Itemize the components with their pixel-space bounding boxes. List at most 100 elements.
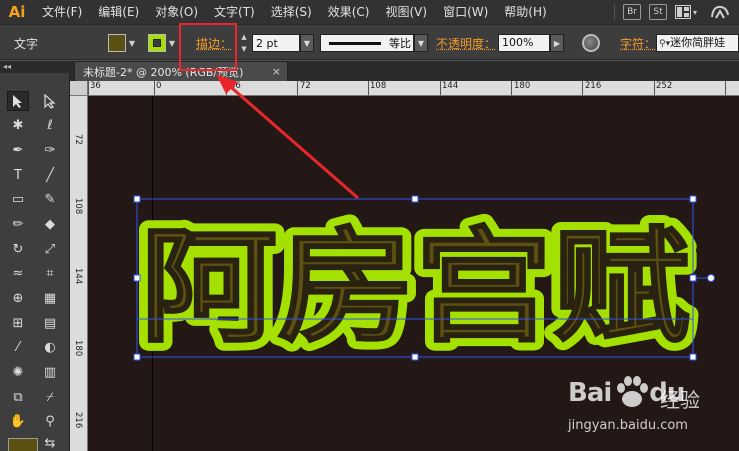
paw-icon [617, 376, 648, 407]
menu-help[interactable]: 帮助(H) [496, 0, 554, 24]
tools-panel: ✱ ℓ ✒ ✑ T ╱ ▭ ✎ ✏ ◆ ↻ ⤢ ≈ ⌗ ⊕ ▦ ⊞ ▤ ⁄ ◐ … [0, 73, 70, 451]
width-tool-icon[interactable]: ≈ [7, 263, 29, 283]
perspective-grid-tool-icon[interactable]: ▦ [39, 288, 61, 308]
profile-label: 等比 [389, 37, 411, 50]
free-transform-tool-icon[interactable]: ⌗ [39, 263, 61, 283]
ruler-tick-label: 144 [73, 268, 83, 287]
eyedropper-tool-icon[interactable]: ⁄ [7, 337, 29, 357]
opacity-input[interactable]: 100% [498, 34, 550, 52]
baidu-jingyan-watermark: Bai du 经验 jingyan.baidu.com [568, 372, 739, 451]
menu-edit[interactable]: 编辑(E) [90, 0, 147, 24]
fill-color-control[interactable]: ▼ [108, 33, 138, 53]
rotate-tool-icon[interactable]: ↻ [7, 239, 29, 259]
ruler-major-tick [226, 81, 227, 95]
ruler-tick-label: 252 [656, 81, 673, 91]
ruler-major-tick [654, 81, 655, 95]
stroke-swatch[interactable] [148, 34, 166, 52]
profile-line-preview [329, 41, 381, 45]
ruler-tick-label: 72 [73, 134, 83, 148]
menu-object[interactable]: 对象(O) [147, 0, 206, 24]
selection-tool-icon[interactable] [7, 91, 29, 111]
menu-effect[interactable]: 效果(C) [320, 0, 378, 24]
horizontal-ruler[interactable]: 36 0 36 72 108 144 180 216 252 [88, 81, 739, 96]
bridge-button[interactable]: Br [623, 4, 641, 20]
ruler-major-tick [511, 81, 512, 95]
lasso-tool-icon[interactable]: ℓ [39, 115, 61, 135]
pen-tool-icon[interactable]: ✒ [7, 140, 29, 160]
annotation-highlight-box [179, 23, 237, 71]
zoom-tool-icon[interactable]: ⚲ [39, 411, 61, 431]
ruler-tick-label: 108 [370, 81, 387, 91]
menu-type[interactable]: 文字(T) [206, 0, 263, 24]
variable-width-profile[interactable]: 等比 [320, 34, 414, 52]
panel-collapse-strip[interactable]: ◂◂ [0, 61, 70, 73]
watermark-logo-left: Bai [568, 378, 612, 408]
recolor-artwork-icon[interactable] [582, 34, 600, 52]
direct-selection-tool-icon[interactable] [39, 91, 61, 111]
menu-select[interactable]: 选择(S) [263, 0, 320, 24]
stroke-color-control[interactable]: ▼ [148, 33, 178, 53]
stroke-width-stepper[interactable]: ▲ ▼ [238, 33, 250, 53]
art-text-fill: 阿房宫赋 [140, 216, 690, 360]
ruler-tick-label: 216 [585, 81, 602, 91]
curvature-tool-icon[interactable]: ✑ [39, 140, 61, 160]
blend-tool-icon[interactable]: ◐ [39, 337, 61, 357]
menu-file[interactable]: 文件(F) [34, 0, 90, 24]
close-icon[interactable]: × [272, 65, 281, 78]
chevron-right-icon[interactable]: ▶ [550, 34, 564, 52]
ruler-tick-label: 36 [230, 81, 241, 91]
ruler-origin[interactable] [70, 81, 88, 96]
watermark-url: jingyan.baidu.com [568, 418, 688, 433]
chevron-down-icon[interactable]: ▼ [166, 34, 178, 52]
magic-wand-tool-icon[interactable]: ✱ [7, 115, 29, 135]
stroke-width-input[interactable]: 2 pt [252, 34, 300, 52]
fill-color-indicator[interactable] [8, 438, 38, 451]
ruler-tick-label: 180 [514, 81, 531, 91]
opacity-panel-link[interactable]: 不透明度： [436, 35, 496, 52]
watermark-site: 经验 [660, 388, 700, 412]
eraser-tool-icon[interactable]: ◆ [39, 214, 61, 234]
swap-fill-stroke-icon[interactable]: ⇆ [39, 433, 61, 451]
hand-tool-icon[interactable]: ✋ [7, 411, 29, 431]
font-family-value: 迷你简胖娃 [670, 36, 726, 49]
chevron-down-icon[interactable]: ▼ [414, 34, 428, 52]
ruler-tick-text: 108 [73, 198, 83, 215]
character-panel-link[interactable]: 字符： [620, 35, 656, 52]
ruler-tick-label: 180 [73, 340, 83, 359]
mesh-tool-icon[interactable]: ⊞ [7, 313, 29, 333]
paintbrush-tool-icon[interactable]: ✎ [39, 189, 61, 209]
search-icon: ⚲▾ [659, 39, 671, 49]
stepper-down-icon[interactable]: ▼ [241, 45, 246, 53]
line-tool-icon[interactable]: ╱ [39, 165, 61, 185]
column-graph-tool-icon[interactable]: ▥ [39, 362, 61, 382]
stock-button[interactable]: St [649, 4, 667, 20]
vertical-ruler[interactable]: 72 108 144 180 216 [70, 96, 88, 451]
slice-tool-icon[interactable]: ⌿ [39, 387, 61, 407]
menu-bar: Ai 文件(F) 编辑(E) 对象(O) 文字(T) 选择(S) 效果(C) 视… [0, 0, 739, 24]
chevron-down-icon[interactable]: ▼ [300, 34, 314, 52]
app-logo[interactable]: Ai [0, 0, 34, 24]
menu-window[interactable]: 窗口(W) [435, 0, 496, 24]
ruler-major-tick [725, 81, 726, 95]
control-bar: 文字 ▼ ▼ 描边： ▲ ▼ 2 pt ▼ 等比 ▼ 不透明度： 100% ▶ 字… [0, 24, 739, 60]
stepper-up-icon[interactable]: ▲ [241, 33, 246, 41]
rectangle-tool-icon[interactable]: ▭ [7, 189, 29, 209]
ruler-tick-label: 36 [90, 81, 101, 91]
font-family-input[interactable]: ⚲▾迷你简胖娃 [656, 34, 739, 52]
ruler-tick-text: 216 [73, 412, 83, 429]
chevron-down-icon[interactable]: ▼ [126, 34, 138, 52]
ruler-tick-text: 144 [73, 268, 83, 285]
shape-builder-tool-icon[interactable]: ⊕ [7, 288, 29, 308]
type-tool-icon[interactable]: T [7, 165, 29, 185]
artboard-tool-icon[interactable]: ⧉ [7, 387, 29, 407]
pencil-tool-icon[interactable]: ✏ [7, 214, 29, 234]
menu-view[interactable]: 视图(V) [377, 0, 435, 24]
ruler-major-tick [582, 81, 583, 95]
fill-swatch[interactable] [108, 34, 126, 52]
sync-settings-icon[interactable] [709, 3, 731, 21]
scale-tool-icon[interactable]: ⤢ [39, 239, 61, 259]
menu-items: 文件(F) 编辑(E) 对象(O) 文字(T) 选择(S) 效果(C) 视图(V… [34, 0, 555, 24]
gradient-tool-icon[interactable]: ▤ [39, 313, 61, 333]
arrange-documents-icon[interactable]: ▾ [675, 4, 701, 20]
symbol-sprayer-tool-icon[interactable]: ✺ [7, 362, 29, 382]
